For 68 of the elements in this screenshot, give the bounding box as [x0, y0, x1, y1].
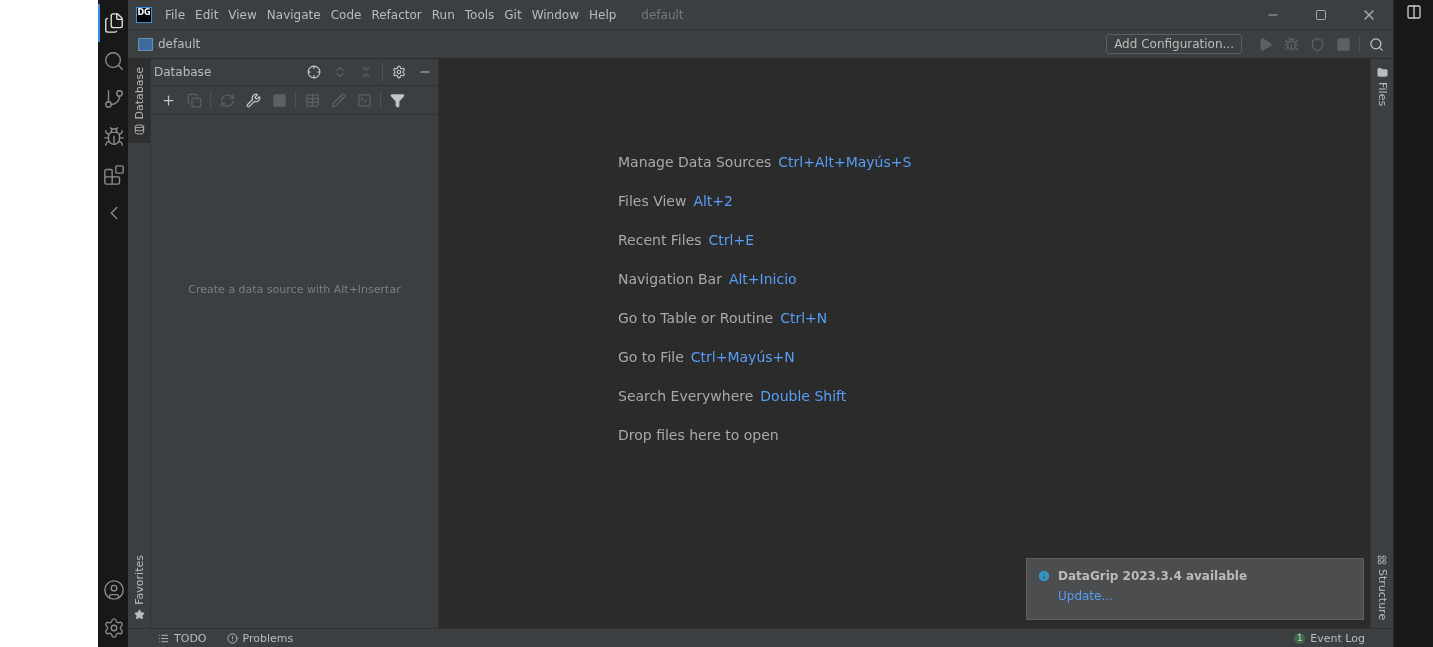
- account-icon[interactable]: [103, 579, 125, 601]
- tool-window-tab[interactable]: Structure: [1371, 546, 1393, 628]
- menu-item[interactable]: Tools: [459, 7, 500, 22]
- add-configuration-button[interactable]: Add Configuration...: [1106, 34, 1242, 54]
- panel-title: Database: [154, 65, 213, 79]
- hint-text: Recent Files: [618, 232, 702, 248]
- menu-item[interactable]: Help: [584, 7, 622, 22]
- split-editor-icon[interactable]: [1405, 4, 1422, 20]
- hint-text: Navigation Bar: [618, 271, 722, 287]
- menu-item[interactable]: File: [160, 7, 191, 22]
- hint-text: Search Everywhere: [618, 388, 754, 404]
- project-icon: [138, 37, 153, 51]
- hint-text: Files View: [618, 193, 687, 209]
- shortcut-text: Alt+2: [693, 193, 733, 209]
- bug-icon[interactable]: [103, 126, 125, 148]
- structure-icon: [1377, 554, 1387, 565]
- status-label[interactable]: TODO: [174, 631, 207, 645]
- event-log-tab[interactable]: 1 Event Log: [1294, 631, 1365, 645]
- menu-item[interactable]: Navigate: [261, 7, 326, 22]
- menu-item[interactable]: Git: [499, 7, 527, 22]
- crosshair-icon[interactable]: [307, 65, 321, 79]
- project-name[interactable]: default: [158, 37, 201, 51]
- filter-icon[interactable]: [389, 92, 405, 108]
- search-icon[interactable]: [103, 50, 125, 72]
- status-tab[interactable]: TODO: [158, 631, 207, 645]
- settings-icon[interactable]: [103, 617, 125, 639]
- info-icon: [1037, 569, 1051, 583]
- database-icon: [133, 123, 145, 135]
- extensions-icon[interactable]: [103, 164, 125, 186]
- shortcut-text: Ctrl+E: [708, 232, 755, 248]
- branch-icon[interactable]: [103, 88, 125, 110]
- menu-item[interactable]: Window: [526, 7, 584, 22]
- menu-item[interactable]: Code: [325, 7, 367, 22]
- files-icon[interactable]: [103, 12, 125, 34]
- shortcut-text: Double Shift: [760, 388, 847, 404]
- tool-window-tab[interactable]: Database: [128, 59, 150, 143]
- menu-item[interactable]: Run: [426, 7, 460, 22]
- tool-window-tab[interactable]: Files: [1371, 59, 1393, 115]
- alert-icon: [226, 632, 238, 644]
- status-label[interactable]: Problems: [242, 631, 294, 645]
- maximize-icon[interactable]: [1315, 8, 1327, 21]
- notification-title: DataGrip 2023.3.4 available: [1058, 569, 1248, 583]
- wrench-icon[interactable]: [245, 92, 261, 108]
- count-badge: 1: [1294, 632, 1306, 644]
- menu-item[interactable]: Edit: [190, 7, 224, 22]
- shortcut-text: Ctrl+Alt+Mayús+S: [778, 154, 912, 170]
- plus-icon[interactable]: [160, 92, 176, 108]
- shortcut-text: Ctrl+Mayús+N: [690, 349, 795, 365]
- status-label[interactable]: Event Log: [1310, 631, 1365, 645]
- menu-item[interactable]: Refactor: [366, 7, 427, 22]
- hint-text: Manage Data Sources: [618, 154, 772, 170]
- search-icon[interactable]: [1368, 36, 1384, 52]
- window-title: default: [641, 7, 684, 22]
- settings-icon[interactable]: [392, 65, 406, 79]
- folder-icon: [1376, 67, 1388, 78]
- shortcut-text: Alt+Inicio: [728, 271, 797, 287]
- update-link[interactable]: Update...: [1058, 589, 1113, 603]
- app-logo: DG: [136, 6, 152, 23]
- tool-window-tab[interactable]: Favorites: [128, 547, 150, 628]
- hint-text: Drop files here to open: [618, 427, 779, 443]
- status-tab[interactable]: Problems: [226, 631, 294, 645]
- shortcut-text: Ctrl+N: [780, 310, 828, 326]
- list-icon: [158, 632, 169, 644]
- empty-message: Create a data source with Alt+Insertar: [188, 283, 401, 296]
- hint-text: Go to File: [618, 349, 684, 365]
- hint-text: Go to Table or Routine: [618, 310, 774, 326]
- star-icon: [133, 609, 145, 620]
- menu-item[interactable]: View: [223, 7, 262, 22]
